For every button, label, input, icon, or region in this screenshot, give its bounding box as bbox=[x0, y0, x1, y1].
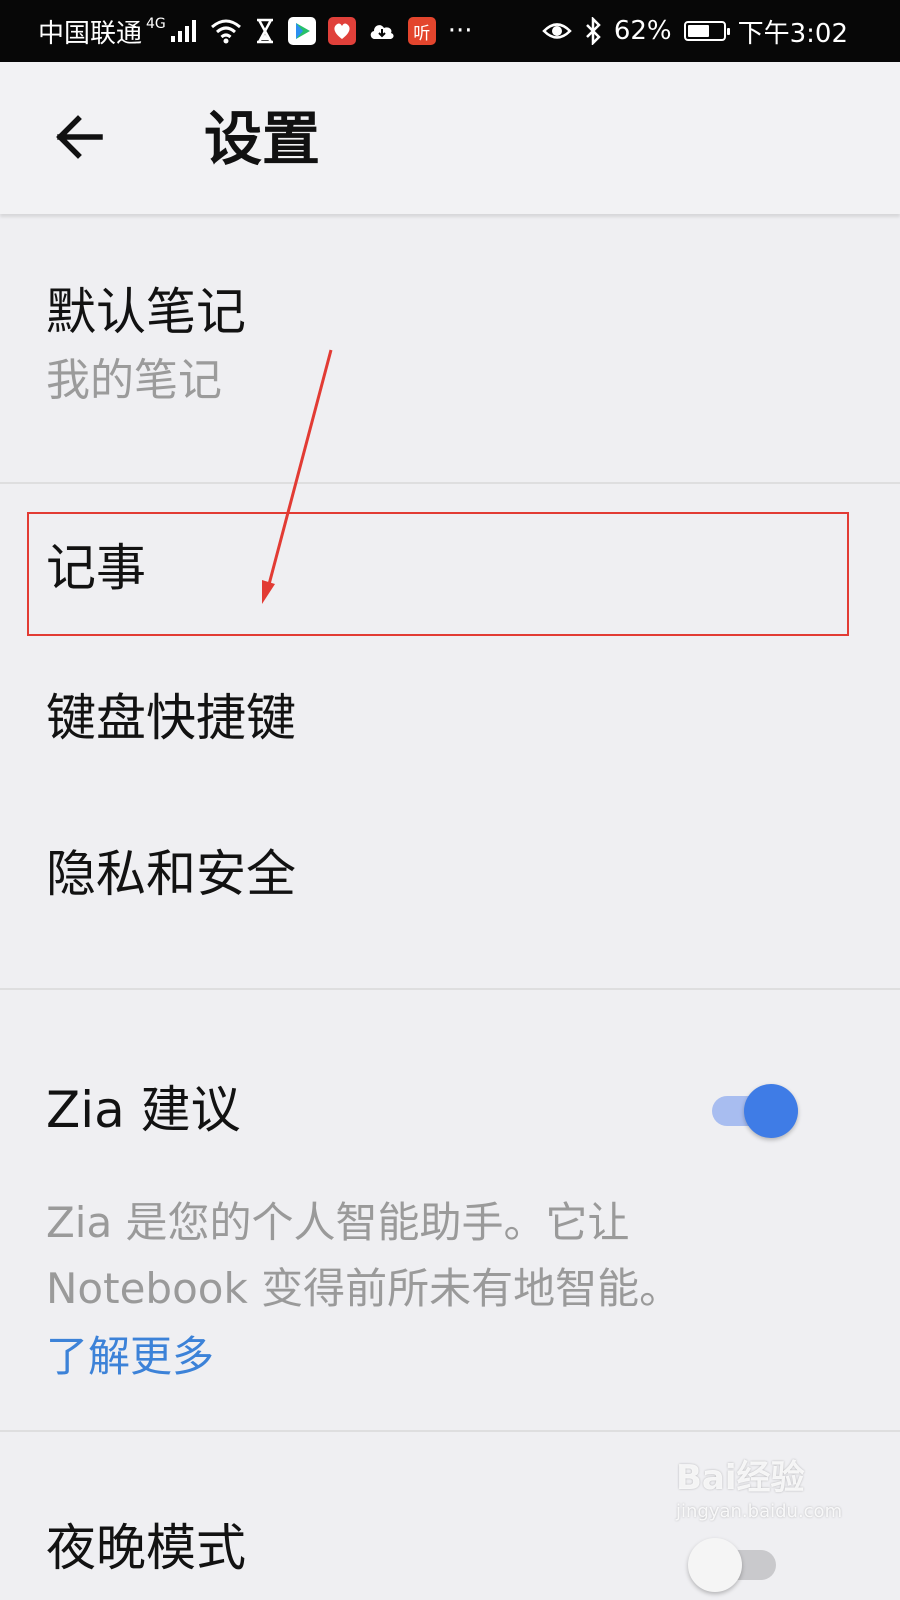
divider bbox=[0, 1430, 900, 1432]
divider bbox=[0, 482, 900, 484]
eye-icon bbox=[542, 23, 572, 39]
carrier-label: 中国联通 bbox=[38, 18, 143, 49]
zia-description-line1: Zia 是您的个人智能助手。它让 bbox=[46, 1198, 630, 1247]
wifi-icon bbox=[210, 19, 241, 44]
zia-suggestions-label: Zia 建议 bbox=[46, 1081, 241, 1139]
status-left: 中国联通 4G 听 ··· bbox=[38, 0, 473, 62]
back-button[interactable] bbox=[44, 102, 114, 172]
highlight-box bbox=[27, 512, 849, 636]
zia-description-line2: Notebook 变得前所未有地智能。 bbox=[46, 1264, 682, 1313]
learn-more-link[interactable]: 了解更多 bbox=[46, 1324, 214, 1390]
toggle-knob bbox=[744, 1084, 798, 1138]
default-notebook-label: 默认笔记 bbox=[46, 283, 246, 341]
keyboard-shortcuts-label: 键盘快捷键 bbox=[46, 689, 296, 747]
toggle-knob bbox=[688, 1538, 742, 1592]
zia-toggle[interactable] bbox=[710, 1082, 804, 1140]
battery-icon bbox=[683, 21, 730, 41]
status-right: 62% 下午3:02 bbox=[542, 0, 848, 62]
divider bbox=[0, 988, 900, 990]
cloud-icon bbox=[370, 25, 394, 39]
keyboard-shortcuts-setting[interactable]: 键盘快捷键 bbox=[0, 650, 900, 790]
ting-app-icon: 听 bbox=[407, 17, 436, 45]
signal-icon bbox=[170, 20, 196, 42]
zia-description: Zia 是您的个人智能助手。它让 Notebook 变得前所未有地智能。 bbox=[46, 1190, 846, 1322]
page-title: 设置 bbox=[204, 105, 321, 173]
status-bar: 中国联通 4G 听 ··· 62% 下午3:02 bbox=[0, 0, 900, 62]
hourglass-icon bbox=[256, 18, 273, 44]
arrow-left-icon bbox=[56, 115, 103, 159]
bluetooth-icon bbox=[585, 17, 601, 45]
privacy-security-setting[interactable]: 隐私和安全 bbox=[0, 800, 900, 950]
battery-percent: 62% bbox=[613, 16, 672, 46]
watermark-logo: Bai经验 bbox=[676, 1458, 805, 1498]
watermark-url: jingyan.baidu.com bbox=[676, 1501, 843, 1522]
video-app-icon bbox=[287, 17, 316, 45]
more-notifications: ··· bbox=[447, 16, 473, 46]
privacy-security-label: 隐私和安全 bbox=[46, 845, 296, 903]
network-type: 4G bbox=[146, 16, 166, 32]
clock: 下午3:02 bbox=[737, 18, 848, 49]
night-mode-label: 夜晚模式 bbox=[46, 1519, 246, 1577]
default-notebook-value: 我的笔记 bbox=[46, 355, 222, 406]
default-notebook-setting[interactable]: 默认笔记 我的笔记 bbox=[0, 216, 900, 482]
taobao-icon bbox=[327, 17, 356, 45]
watermark: Bai经验 jingyan.baidu.com bbox=[676, 1456, 856, 1546]
app-bar: 设置 bbox=[0, 62, 900, 214]
